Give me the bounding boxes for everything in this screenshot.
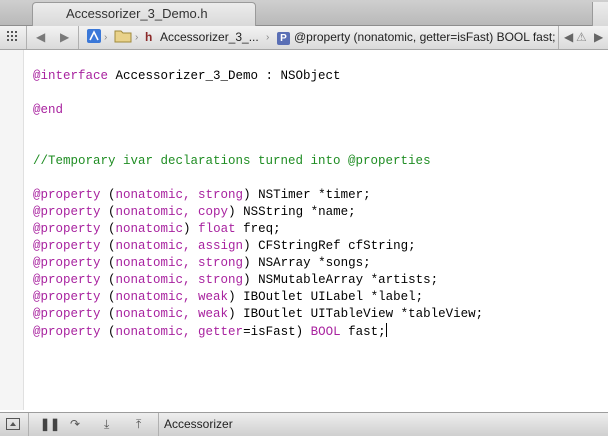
hide-debug-area-icon[interactable] <box>6 413 20 436</box>
chevron-right-icon: › <box>135 32 139 43</box>
text-caret <box>385 323 387 337</box>
chevron-right-icon: › <box>104 32 108 43</box>
property-line: @property (nonatomic, weak) IBOutlet UIL… <box>33 290 424 304</box>
debug-target-label: Accessorizer <box>164 417 233 431</box>
code-area[interactable]: @interface Accessorizer_3_Demo : NSObjec… <box>33 68 483 340</box>
back-arrow-icon[interactable]: ◀ <box>36 26 45 49</box>
property-line: @property (nonatomic, strong) NSArray *s… <box>33 256 371 270</box>
next-issue-icon[interactable]: ▶ <box>594 26 603 49</box>
tab-bar: Accessorizer_3_Demo.h <box>0 0 608 26</box>
step-into-icon[interactable]: ⤓ <box>104 413 109 436</box>
line-gutter[interactable] <box>0 50 24 410</box>
forward-arrow-icon[interactable]: ▶ <box>60 26 69 49</box>
property-icon: P <box>277 26 290 49</box>
warning-icon[interactable]: ⚠ <box>576 26 587 49</box>
step-over-icon[interactable]: ↷ <box>70 413 80 436</box>
property-line: @property (nonatomic, copy) NSString *na… <box>33 205 356 219</box>
code-line: @interface Accessorizer_3_Demo : NSObjec… <box>33 69 341 83</box>
header-file-icon: h <box>145 30 153 44</box>
new-tab-button[interactable] <box>592 2 608 26</box>
jump-bar-symbol[interactable]: @property (nonatomic, getter=isFast) BOO… <box>294 26 556 49</box>
pause-icon[interactable]: ❚❚ <box>40 413 60 436</box>
jump-bar-file[interactable]: Accessorizer_3_... <box>160 26 259 49</box>
jump-bar: ◀ ▶ › › h Accessorizer_3_... › P @proper… <box>0 26 608 50</box>
property-line: @property (nonatomic, strong) NSMutableA… <box>33 273 439 287</box>
property-line: @property (nonatomic, weak) IBOutlet UIT… <box>33 307 484 321</box>
property-line: @property (nonatomic, assign) CFStringRe… <box>33 239 416 253</box>
debug-bar: ❚❚ ↷ ⤓ ⤒ Accessorizer <box>0 412 608 436</box>
tab-accessorizer-header[interactable]: Accessorizer_3_Demo.h <box>32 2 256 26</box>
previous-issue-icon[interactable]: ◀ <box>564 26 573 49</box>
property-line: @property (nonatomic, getter=isFast) BOO… <box>33 323 387 339</box>
source-editor[interactable]: @interface Accessorizer_3_Demo : NSObjec… <box>0 50 608 410</box>
chevron-right-icon: › <box>266 32 270 43</box>
folder-icon[interactable] <box>114 26 132 49</box>
project-icon[interactable] <box>86 26 102 49</box>
code-line: //Temporary ivar declarations turned int… <box>33 154 431 168</box>
property-line: @property (nonatomic) float freq; <box>33 222 281 236</box>
code-line: @end <box>33 103 64 117</box>
tab-title: Accessorizer_3_Demo.h <box>66 6 208 21</box>
property-line: @property (nonatomic, strong) NSTimer *t… <box>33 188 371 202</box>
related-files-icon[interactable] <box>6 26 20 49</box>
step-out-icon[interactable]: ⤒ <box>136 413 141 436</box>
